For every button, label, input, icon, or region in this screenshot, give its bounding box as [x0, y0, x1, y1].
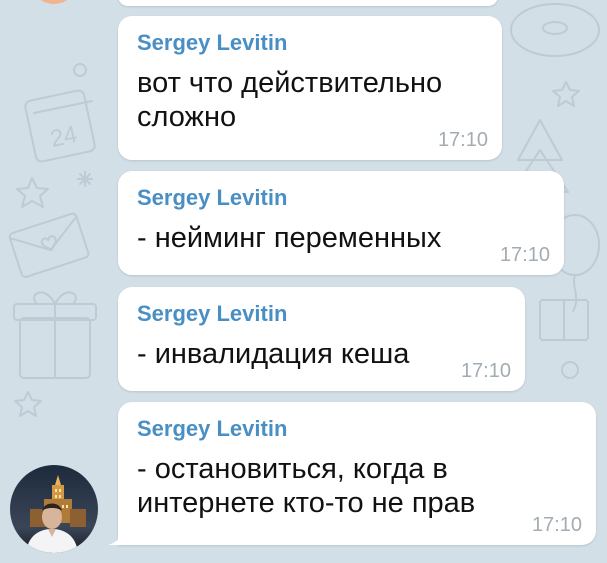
message-line: - инвалидация кеша: [137, 338, 410, 370]
sender-name[interactable]: Sergey Levitin: [137, 300, 507, 328]
sender-name[interactable]: Sergey Levitin: [137, 184, 546, 212]
snowflake-doodle-icon: [77, 171, 93, 187]
star-doodle-icon: [14, 391, 42, 417]
sender-name[interactable]: Sergey Levitin: [137, 415, 578, 443]
message-text: - инвалидация кеша: [137, 337, 507, 371]
message-text: - нейминг переменных: [137, 221, 546, 255]
message-bubble[interactable]: Sergey Levitin - остановиться, когда в и…: [108, 402, 596, 545]
ring-doodle-icon: [561, 361, 579, 379]
message-bubble[interactable]: Sergey Levitin вот что действительно сло…: [118, 16, 502, 160]
avatar-photo: [10, 465, 98, 553]
envelope-doodle-icon: [8, 212, 90, 278]
message-time: 17:10: [460, 360, 511, 382]
message-line: - нейминг переменных: [137, 222, 442, 254]
message-line: вот что действительно: [137, 67, 443, 99]
donut-doodle-icon: [510, 3, 600, 57]
message-time: 17:10: [531, 514, 582, 536]
message-text: вот что действительно сложно: [137, 66, 484, 134]
message-time: 17:10: [437, 129, 488, 151]
message-bubble[interactable]: Sergey Levitin - инвалидация кеша 17:10: [118, 287, 525, 391]
sender-avatar[interactable]: [10, 465, 98, 553]
calendar-doodle-icon: 24: [24, 89, 96, 163]
ring-doodle-icon: [73, 63, 87, 77]
message-line: интернете кто-то не прав: [137, 487, 476, 519]
message-line: сложно: [137, 101, 237, 133]
message-bubble[interactable]: Sergey Levitin - нейминг переменных 17:1…: [118, 171, 564, 275]
gift-doodle-icon: [13, 291, 97, 379]
gift-doodle-icon: [539, 299, 589, 341]
bubble-tail: [108, 527, 126, 545]
svg-text:24: 24: [48, 121, 80, 153]
previous-message-bubble: [118, 0, 498, 6]
message-line: - остановиться, когда в: [137, 453, 448, 485]
message-time: 17:10: [499, 244, 550, 266]
sender-name[interactable]: Sergey Levitin: [137, 29, 484, 57]
star-doodle-icon: [552, 81, 580, 107]
message-text: - остановиться, когда в интернете кто-то…: [137, 452, 578, 520]
star-doodle-icon: [16, 177, 49, 208]
